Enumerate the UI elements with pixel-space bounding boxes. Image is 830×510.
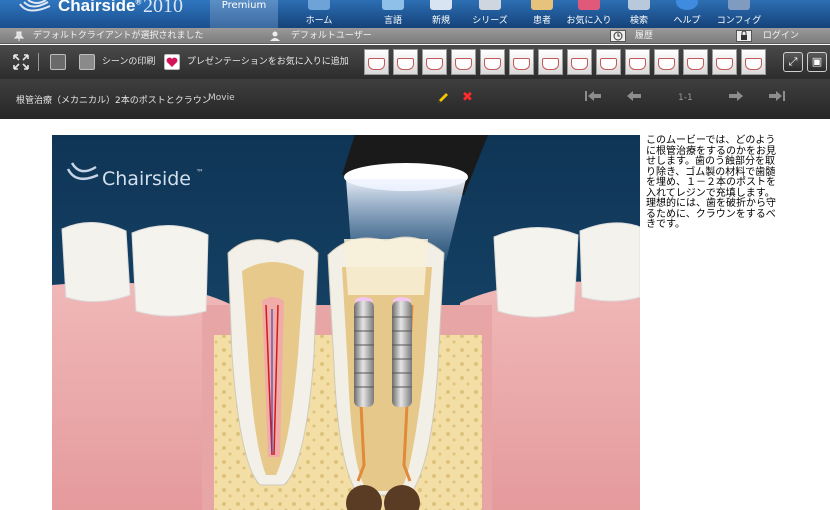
pencil-icon[interactable] xyxy=(436,91,450,105)
movie-player[interactable]: Chairside ™ xyxy=(52,135,640,510)
help-icon xyxy=(676,0,698,10)
config-icon xyxy=(728,0,750,10)
scene-thumbnail[interactable] xyxy=(625,49,650,75)
svg-text:Chairside: Chairside xyxy=(102,168,191,190)
print-scene-button[interactable]: シーンの印刷 xyxy=(79,53,155,71)
login-button[interactable]: ログイン xyxy=(736,28,799,44)
scene-thumbnail[interactable] xyxy=(364,49,389,75)
nav-help[interactable]: ヘルプ xyxy=(664,0,710,28)
scene-thumbnail[interactable] xyxy=(741,49,766,75)
logo-block: Chairside® 2010 xyxy=(0,0,210,28)
scene-thumbnail[interactable] xyxy=(567,49,592,75)
scene-thumbnail[interactable] xyxy=(712,49,737,75)
root-canal-illustration: Chairside ™ xyxy=(52,135,640,510)
next-page-button[interactable] xyxy=(728,89,744,107)
clock-icon xyxy=(610,29,626,42)
presentation-title-bar: 根管治療（メカニカル）2本のポストとクラウン Movie ✖ 1-1 xyxy=(0,79,830,119)
patient-icon xyxy=(531,0,553,10)
page-counter: 1-1 xyxy=(678,93,693,103)
previous-page-button[interactable] xyxy=(626,89,642,107)
layout-button[interactable] xyxy=(12,53,30,71)
heart-icon xyxy=(164,53,180,70)
printer-icon xyxy=(79,53,95,70)
last-page-icon xyxy=(769,91,785,101)
window-button[interactable]: ▣ xyxy=(807,52,827,72)
favorites-icon xyxy=(578,0,600,10)
toolbar-divider xyxy=(38,53,39,71)
nav-search[interactable]: 検索 xyxy=(616,0,662,28)
last-page-button[interactable] xyxy=(768,89,786,107)
lock-icon xyxy=(736,29,752,42)
new-icon xyxy=(430,0,452,10)
brand-name: Chairside® xyxy=(58,0,142,15)
add-favorite-button[interactable]: プレゼンテーションをお気に入りに追加 xyxy=(164,53,349,71)
scene-thumbnail[interactable] xyxy=(683,49,708,75)
scene-toolbar: シーンの印刷 プレゼンテーションをお気に入りに追加 ⤢ ▣ xyxy=(0,45,830,79)
movie-description: このムービーでは、どのように根管治療をするのかをお見せします。歯のう蝕部分を取り… xyxy=(646,135,776,230)
scene-thumbnail[interactable] xyxy=(654,49,679,75)
nav-favorites[interactable]: お気に入り xyxy=(566,0,612,28)
pin-icon xyxy=(14,31,24,41)
user-status[interactable]: デフォルトユーザー xyxy=(270,28,372,44)
scene-thumbnail[interactable] xyxy=(393,49,418,75)
fullscreen-button[interactable]: ⤢ xyxy=(783,52,803,72)
first-page-button[interactable] xyxy=(584,89,602,107)
scene-info-button[interactable] xyxy=(50,53,66,71)
status-bar: デフォルトクライアントが選択されました デフォルトユーザー 履歴 ログイン xyxy=(0,28,830,44)
svg-text:™: ™ xyxy=(196,168,204,177)
user-icon xyxy=(270,31,280,41)
window-icon: ▣ xyxy=(811,55,823,68)
scene-thumbnail[interactable] xyxy=(480,49,505,75)
scene-thumbnail[interactable] xyxy=(596,49,621,75)
edition-badge: Premium xyxy=(210,0,278,28)
arrow-left-icon xyxy=(627,91,641,101)
history-button[interactable]: 履歴 xyxy=(610,28,653,44)
scene-thumbnail[interactable] xyxy=(451,49,476,75)
nav-config[interactable]: コンフィグ xyxy=(716,0,762,28)
nav-series[interactable]: シリーズ xyxy=(467,0,513,28)
nav-language[interactable]: 言語 xyxy=(370,0,416,28)
first-page-icon xyxy=(585,91,601,101)
scene-thumbnail[interactable] xyxy=(509,49,534,75)
media-type-label: Movie xyxy=(208,93,235,103)
info-icon xyxy=(50,53,66,70)
presentation-title: 根管治療（メカニカル）2本のポストとクラウン xyxy=(16,96,211,106)
search-icon xyxy=(628,0,650,10)
series-icon xyxy=(479,0,501,10)
presentation-content: Chairside ™ このムービーでは、どのように根管治療をするのかをお見せし… xyxy=(0,119,830,510)
nav-new[interactable]: 新規 xyxy=(418,0,464,28)
brand-year: 2010 xyxy=(143,0,183,17)
arrow-right-icon xyxy=(729,91,743,101)
language-icon xyxy=(382,0,404,10)
grid-arrows-icon xyxy=(13,54,29,70)
nav-patient[interactable]: 患者 xyxy=(519,0,565,28)
scene-thumbnail[interactable] xyxy=(422,49,447,75)
nav-home[interactable]: ホーム xyxy=(296,0,342,28)
delete-icon[interactable]: ✖ xyxy=(462,90,473,105)
client-status[interactable]: デフォルトクライアントが選択されました xyxy=(14,28,204,44)
home-icon xyxy=(308,0,330,10)
scene-thumbnail[interactable] xyxy=(538,49,563,75)
top-navigation-bar: Chairside® 2010 Premium ホーム 言語 新規 シリーズ 患… xyxy=(0,0,830,28)
chairside-logo-icon xyxy=(19,0,51,12)
expand-icon: ⤢ xyxy=(788,55,798,68)
